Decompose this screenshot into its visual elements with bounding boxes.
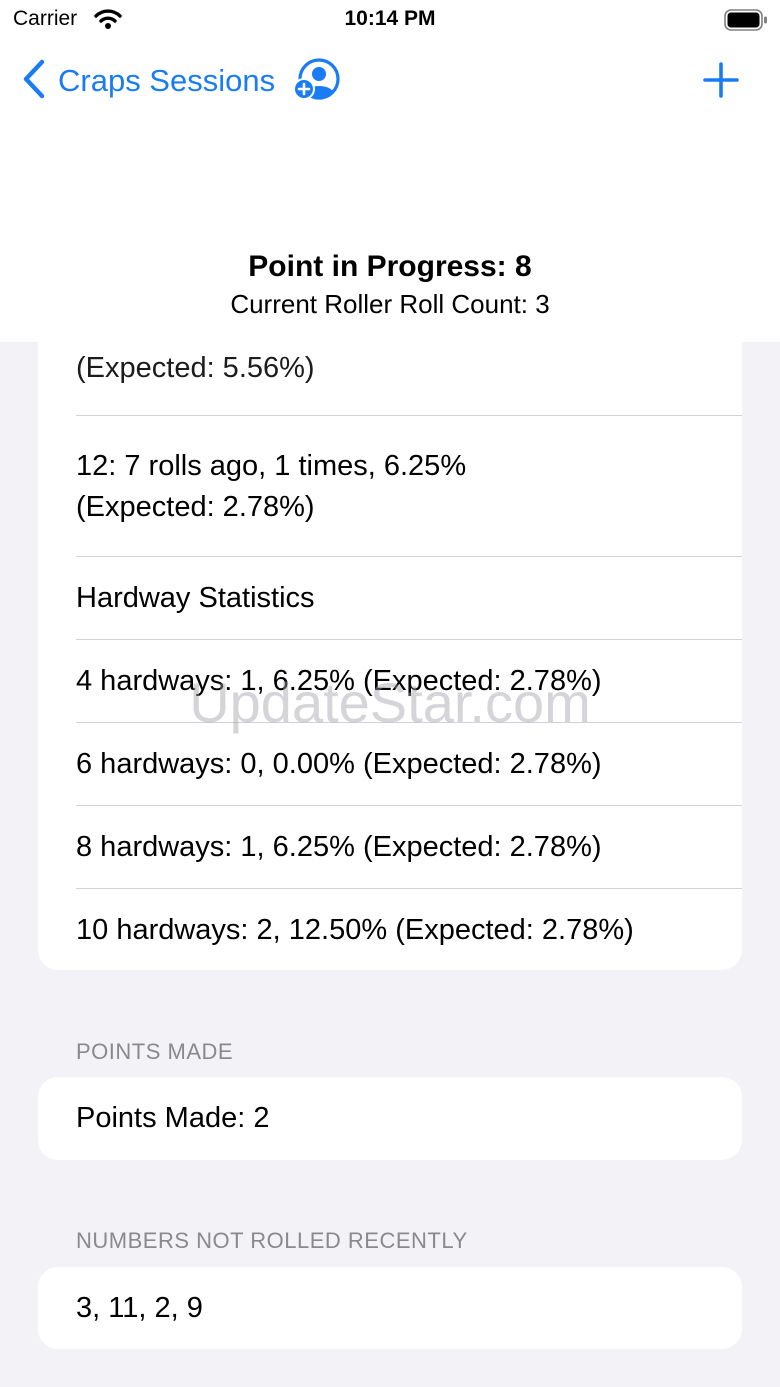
divider bbox=[76, 639, 742, 640]
divider bbox=[76, 722, 742, 723]
hardway-statistics-title: Hardway Statistics bbox=[76, 582, 315, 614]
roller-roll-count: Current Roller Roll Count: 3 bbox=[230, 289, 550, 319]
list-item: (Expected: 2.78%) bbox=[76, 491, 315, 523]
hardway-row-8: 8 hardways: 1, 6.25% (Expected: 2.78%) bbox=[76, 831, 602, 863]
points-made-value: Points Made: 2 bbox=[76, 1102, 270, 1134]
hardway-row-4: 4 hardways: 1, 6.25% (Expected: 2.78%) bbox=[76, 665, 602, 697]
points-made-header: POINTS MADE bbox=[76, 1039, 234, 1064]
list-item: 12: 7 rolls ago, 1 times, 6.25% bbox=[76, 450, 467, 482]
divider bbox=[76, 556, 742, 557]
divider bbox=[76, 888, 742, 889]
plus-icon[interactable] bbox=[701, 60, 741, 105]
not-rolled-value: 3, 11, 2, 9 bbox=[76, 1292, 203, 1324]
back-button[interactable]: Craps Sessions bbox=[20, 58, 275, 104]
divider bbox=[76, 415, 742, 416]
point-in-progress-title: Point in Progress: 8 bbox=[248, 250, 532, 283]
not-rolled-card: 3, 11, 2, 9 bbox=[38, 1267, 742, 1349]
list-item: (Expected: 5.56%) bbox=[76, 352, 315, 384]
back-label: Craps Sessions bbox=[58, 63, 276, 98]
chevron-left-icon bbox=[20, 58, 48, 105]
battery-icon bbox=[724, 9, 768, 36]
hardway-row-10: 10 hardways: 2, 12.50% (Expected: 2.78%) bbox=[76, 914, 634, 946]
hardway-row-6: 6 hardways: 0, 0.00% (Expected: 2.78%) bbox=[76, 748, 602, 780]
status-bar: Carrier 10:14 PM bbox=[0, 0, 780, 40]
navigation-header: Craps Sessions Point in Progress: 8 Curr… bbox=[0, 40, 780, 342]
points-made-card: Points Made: 2 bbox=[38, 1077, 742, 1160]
not-rolled-header: NUMBERS NOT ROLLED RECENTLY bbox=[76, 1228, 468, 1253]
status-time: 10:14 PM bbox=[344, 7, 436, 30]
divider bbox=[76, 805, 742, 806]
roll-statistics-card: (Expected: 5.56%) 12: 7 rolls ago, 1 tim… bbox=[38, 300, 742, 970]
person-add-icon[interactable] bbox=[292, 58, 346, 109]
